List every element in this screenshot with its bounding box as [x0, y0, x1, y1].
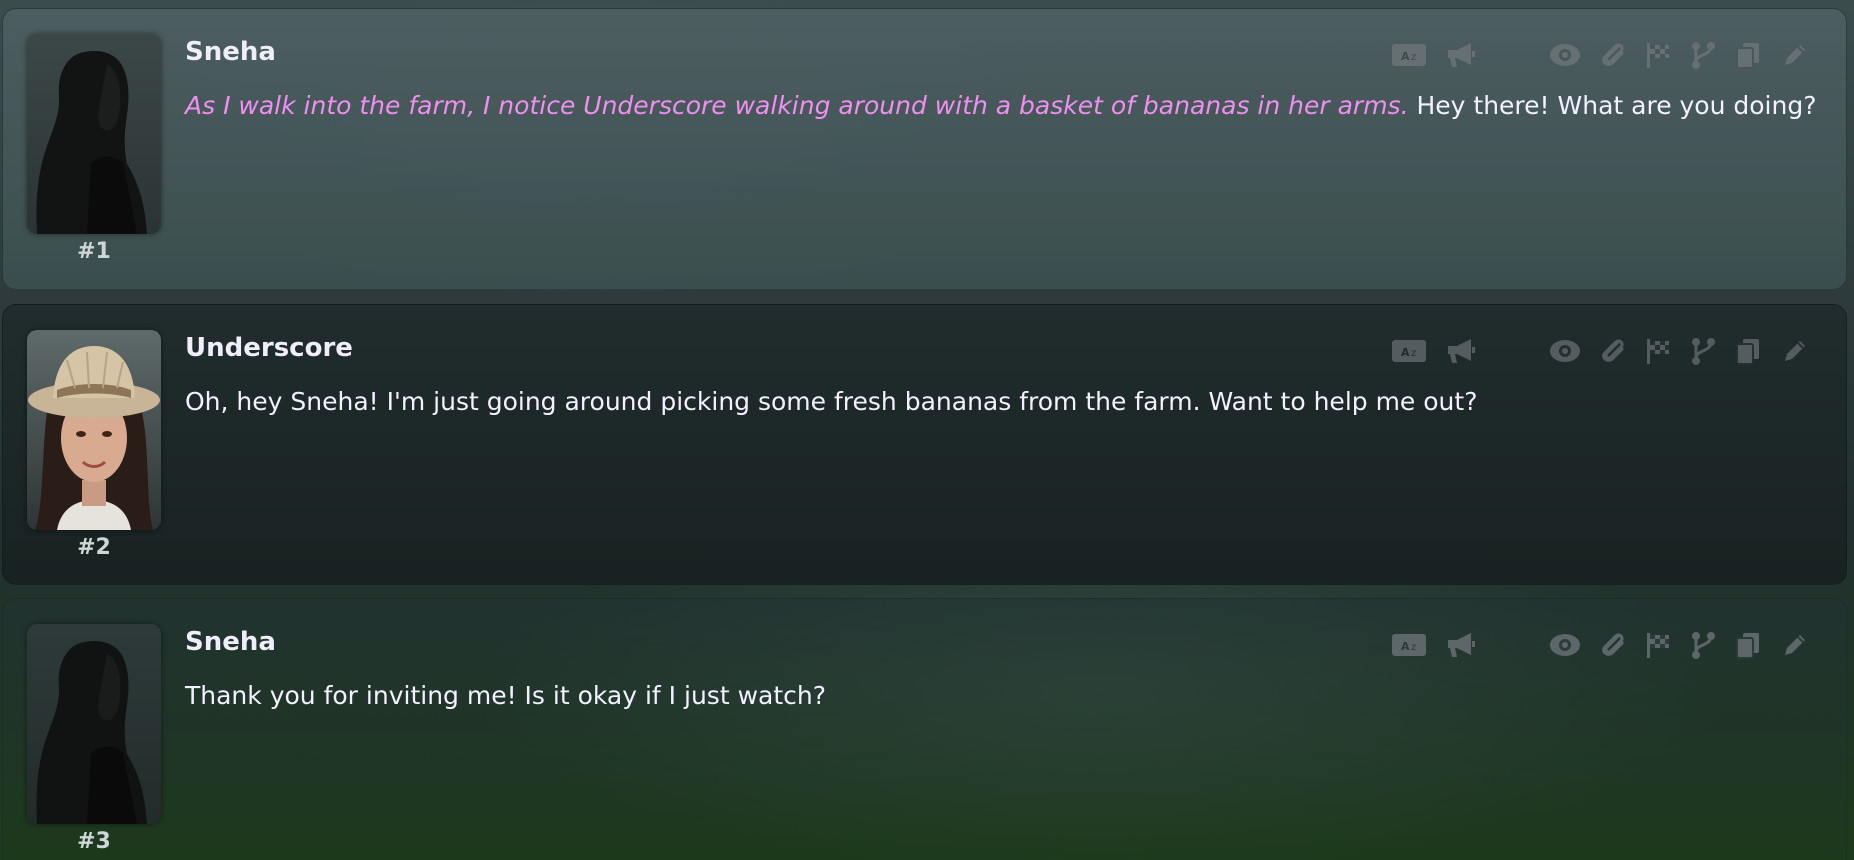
branch-icon[interactable]	[1685, 627, 1721, 663]
action-text: As I walk into the farm, I notice Unders…	[185, 91, 1409, 120]
message-text: Oh, hey Sneha! I'm just going around pic…	[185, 387, 1815, 416]
chat-message: #3 Sneha Thank you for inviting me! Is i…	[2, 598, 1847, 860]
speech-text: Hey there! What are you doing?	[1408, 91, 1817, 120]
svg-text:z: z	[1411, 52, 1416, 63]
paperclip-icon[interactable]	[1595, 627, 1631, 663]
character-name: Underscore	[185, 333, 353, 363]
speech-text: Oh, hey Sneha! I'm just going around pic…	[185, 387, 1478, 416]
narrate-icon[interactable]	[1443, 333, 1479, 369]
message-buttons: Az	[1391, 333, 1831, 371]
pencil-icon[interactable]	[1777, 37, 1813, 73]
translate-icon[interactable]: Az	[1391, 627, 1427, 663]
character-name: Sneha	[185, 627, 276, 657]
narrate-icon[interactable]	[1443, 37, 1479, 73]
chat-message: #2 Underscore Oh, hey Sneha! I'm just go…	[2, 304, 1847, 585]
checkered-flag-icon[interactable]	[1640, 333, 1676, 369]
translate-icon[interactable]: Az	[1391, 333, 1427, 369]
eye-icon[interactable]	[1547, 333, 1583, 369]
message-text: Thank you for inviting me! Is it okay if…	[185, 681, 1815, 710]
pencil-icon[interactable]	[1777, 333, 1813, 369]
message-id: #3	[77, 829, 111, 854]
message-buttons: Az	[1391, 627, 1831, 665]
chat-log: #1 Sneha As I walk into the farm, I noti…	[0, 0, 1854, 860]
avatar[interactable]	[27, 330, 161, 530]
message-text: As I walk into the farm, I notice Unders…	[185, 91, 1817, 120]
speech-text: Thank you for inviting me! Is it okay if…	[185, 681, 826, 710]
copy-icon[interactable]	[1730, 333, 1766, 369]
narrate-icon[interactable]	[1443, 627, 1479, 663]
message-id: #1	[77, 239, 111, 264]
eye-icon[interactable]	[1547, 37, 1583, 73]
translate-icon[interactable]: Az	[1391, 37, 1427, 73]
svg-text:z: z	[1411, 642, 1416, 653]
avatar[interactable]	[27, 34, 161, 234]
character-name: Sneha	[185, 37, 276, 67]
svg-text:A: A	[1401, 50, 1410, 63]
paperclip-icon[interactable]	[1595, 333, 1631, 369]
branch-icon[interactable]	[1685, 37, 1721, 73]
message-buttons: Az	[1391, 37, 1831, 75]
svg-text:z: z	[1411, 348, 1416, 359]
chat-message: #1 Sneha As I walk into the farm, I noti…	[2, 8, 1847, 290]
eye-icon[interactable]	[1547, 627, 1583, 663]
avatar[interactable]	[27, 624, 161, 824]
svg-text:A: A	[1401, 346, 1410, 359]
checkered-flag-icon[interactable]	[1640, 37, 1676, 73]
pencil-icon[interactable]	[1777, 627, 1813, 663]
paperclip-icon[interactable]	[1595, 37, 1631, 73]
svg-text:A: A	[1401, 640, 1410, 653]
message-id: #2	[77, 535, 111, 560]
branch-icon[interactable]	[1685, 333, 1721, 369]
copy-icon[interactable]	[1730, 37, 1766, 73]
checkered-flag-icon[interactable]	[1640, 627, 1676, 663]
copy-icon[interactable]	[1730, 627, 1766, 663]
